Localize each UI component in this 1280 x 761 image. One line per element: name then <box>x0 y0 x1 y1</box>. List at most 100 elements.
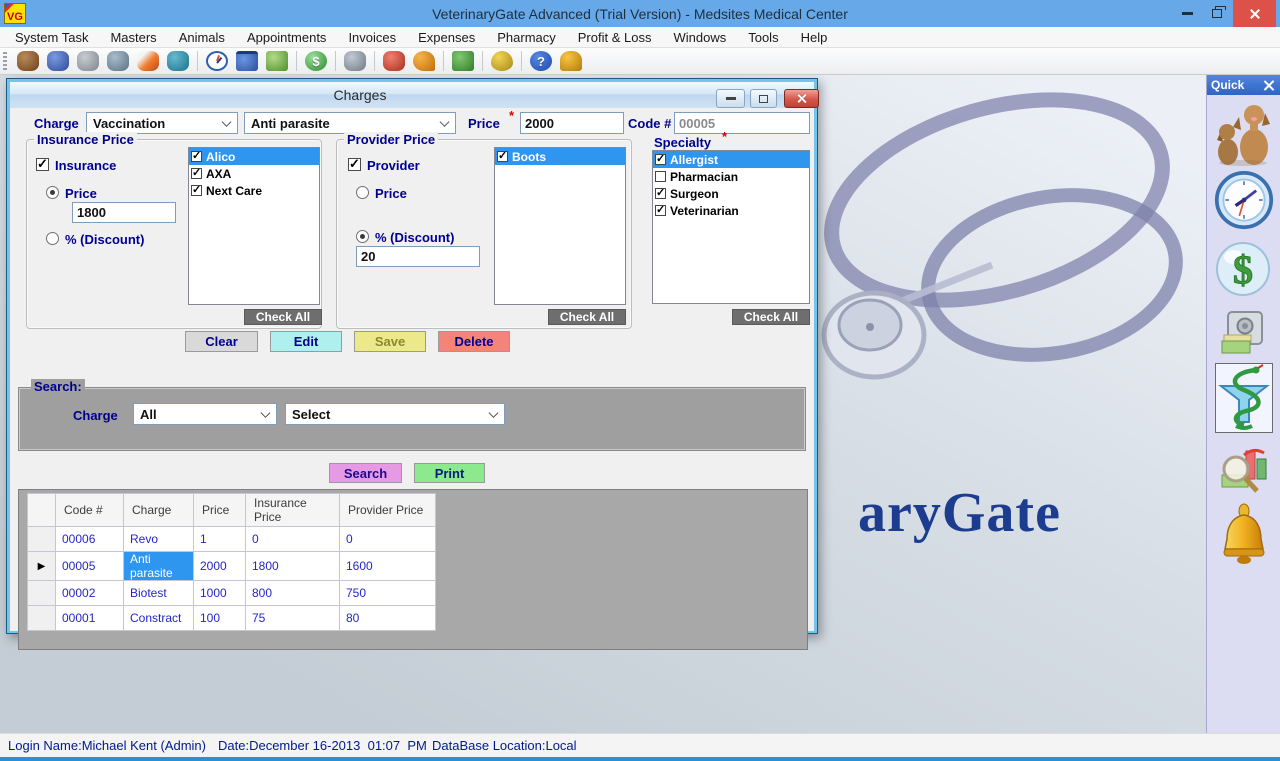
menu-invoices[interactable]: Invoices <box>337 27 407 48</box>
expenses-safe-icon[interactable] <box>1220 309 1266 357</box>
search-section: Search: Charge All Select <box>18 387 806 451</box>
clients-icon[interactable] <box>47 51 69 71</box>
col-charge[interactable]: Charge <box>124 494 194 527</box>
clock-icon[interactable] <box>206 51 228 71</box>
toolbar-grip[interactable] <box>3 52 7 70</box>
list-item-surgeon[interactable]: Surgeon <box>653 185 809 202</box>
col-insurance-price[interactable]: Insurance Price <box>246 494 340 527</box>
provider-check-all-button[interactable]: Check All <box>548 309 626 325</box>
provider-checkbox[interactable] <box>348 158 361 171</box>
pharmacy-bowl-icon[interactable] <box>1215 363 1273 433</box>
menu-help[interactable]: Help <box>790 27 839 48</box>
dialog-minimize-button[interactable] <box>716 89 745 108</box>
menu-tools[interactable]: Tools <box>737 27 789 48</box>
provider-discount-radio[interactable] <box>356 230 369 243</box>
pharmacy-icon[interactable] <box>383 51 405 71</box>
payments-icon[interactable]: $ <box>305 51 327 71</box>
payments-dollar-icon[interactable]: $ <box>1216 239 1270 299</box>
charge-category-dropdown[interactable]: Vaccination <box>86 112 238 134</box>
checkbox-checked-icon[interactable] <box>191 151 202 162</box>
checkbox-unchecked-icon[interactable] <box>655 171 666 182</box>
list-item-next-care[interactable]: Next Care <box>189 182 319 199</box>
provider-price-radio[interactable] <box>356 186 369 199</box>
list-item-alico[interactable]: Alico <box>189 148 319 165</box>
table-row[interactable]: 00002 Biotest 1000 800 750 <box>28 581 436 606</box>
table-row[interactable]: 00001 Constract 100 75 80 <box>28 606 436 631</box>
insurance-check-all-button[interactable]: Check All <box>244 309 322 325</box>
list-item-veterinarian[interactable]: Veterinarian <box>653 202 809 219</box>
undo-icon[interactable] <box>413 51 435 71</box>
save-button[interactable]: Save <box>354 331 426 352</box>
dialog-close-button[interactable] <box>784 89 819 108</box>
menu-appointments[interactable]: Appointments <box>236 27 338 48</box>
charge-name-dropdown[interactable]: Anti parasite <box>244 112 456 134</box>
menu-pharmacy[interactable]: Pharmacy <box>486 27 567 48</box>
expenses-icon[interactable] <box>344 51 366 71</box>
search-button[interactable]: Search <box>329 463 402 483</box>
col-provider-price[interactable]: Provider Price <box>340 494 436 527</box>
grooming-icon[interactable] <box>77 51 99 71</box>
vaccine-icon[interactable] <box>107 51 129 71</box>
print-button[interactable]: Print <box>414 463 485 483</box>
list-item-axa[interactable]: AXA <box>189 165 319 182</box>
bell-icon[interactable] <box>560 51 582 71</box>
specialty-check-all-button[interactable]: Check All <box>732 309 810 325</box>
window-close-button[interactable] <box>1233 0 1276 27</box>
provider-discount-input[interactable] <box>356 246 480 267</box>
row-selector[interactable] <box>28 606 56 631</box>
dialog-maximize-button[interactable] <box>750 89 777 108</box>
checkbox-checked-icon[interactable] <box>497 151 508 162</box>
quick-panel-header[interactable]: Quick <box>1207 75 1280 95</box>
search-category-dropdown[interactable]: All <box>133 403 277 425</box>
medicine-icon[interactable] <box>137 51 159 71</box>
animals-icon[interactable] <box>17 51 39 71</box>
table-row-selected[interactable]: ▶ 00005 Anti parasite 2000 1800 1600 <box>28 552 436 581</box>
pet-care-icon[interactable] <box>167 51 189 71</box>
insurance-discount-radio[interactable] <box>46 232 59 245</box>
price-input[interactable] <box>520 112 624 134</box>
checkbox-checked-icon[interactable] <box>191 185 202 196</box>
list-item-allergist[interactable]: Allergist <box>653 151 809 168</box>
col-code[interactable]: Code # <box>56 494 124 527</box>
search-name-dropdown[interactable]: Select <box>285 403 505 425</box>
quick-close-icon[interactable] <box>1263 79 1275 91</box>
reports-icon[interactable] <box>452 51 474 71</box>
menu-system-task[interactable]: System Task <box>4 27 99 48</box>
checkbox-checked-icon[interactable] <box>655 188 666 199</box>
menu-profit-loss[interactable]: Profit & Loss <box>567 27 663 48</box>
insurance-price-radio[interactable] <box>46 186 59 199</box>
window-restore-button[interactable] <box>1202 0 1232 27</box>
invoice-icon[interactable] <box>266 51 288 71</box>
insurance-price-input[interactable] <box>72 202 176 223</box>
menu-windows[interactable]: Windows <box>662 27 737 48</box>
checkbox-checked-icon[interactable] <box>655 205 666 216</box>
window-minimize-button[interactable] <box>1172 0 1202 27</box>
help-icon[interactable]: ? <box>530 51 552 71</box>
menu-masters[interactable]: Masters <box>99 27 167 48</box>
svg-text:$: $ <box>1233 247 1253 292</box>
reminders-icon[interactable] <box>491 51 513 71</box>
row-selector[interactable] <box>28 527 56 552</box>
clear-button[interactable]: Clear <box>185 331 258 352</box>
charge-name-value: Anti parasite <box>251 116 330 131</box>
checkbox-checked-icon[interactable] <box>191 168 202 179</box>
table-row[interactable]: 00006 Revo 1 0 0 <box>28 527 436 552</box>
menu-animals[interactable]: Animals <box>168 27 236 48</box>
row-selector[interactable] <box>28 581 56 606</box>
charges-dialog-titlebar[interactable]: Charges <box>10 82 814 108</box>
appointments-clock-icon[interactable] <box>1214 169 1274 231</box>
insurance-checkbox[interactable] <box>36 158 49 171</box>
checkbox-checked-icon[interactable] <box>655 154 666 165</box>
col-price[interactable]: Price <box>194 494 246 527</box>
selected-row-marker[interactable]: ▶ <box>28 552 56 581</box>
delete-button[interactable]: Delete <box>438 331 510 352</box>
calendar-icon[interactable] <box>236 51 258 71</box>
profit-loss-search-icon[interactable] <box>1218 443 1270 497</box>
code-input[interactable] <box>674 112 810 134</box>
list-item-boots[interactable]: Boots <box>495 148 625 165</box>
menu-expenses[interactable]: Expenses <box>407 27 486 48</box>
edit-button[interactable]: Edit <box>270 331 342 352</box>
list-item-pharmacian[interactable]: Pharmacian <box>653 168 809 185</box>
pets-icon[interactable] <box>1215 99 1273 167</box>
reminder-bell-icon[interactable] <box>1221 503 1267 565</box>
